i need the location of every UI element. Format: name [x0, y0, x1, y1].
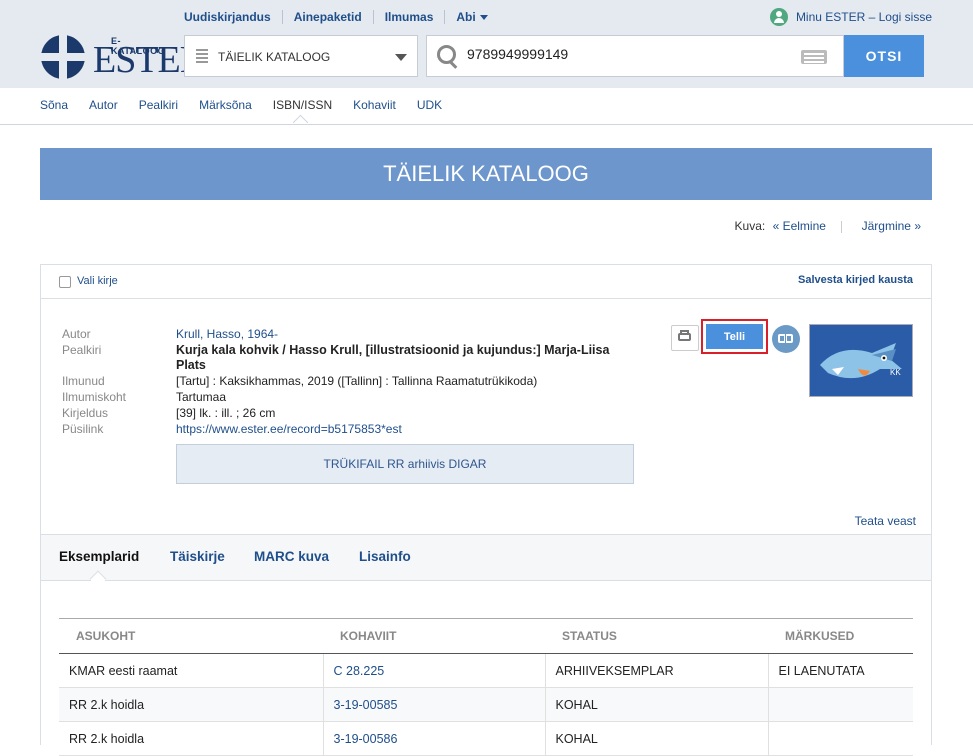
- cell-status: KOHAL: [545, 687, 769, 722]
- cell-status: ARHIIVEKSEMPLAR: [545, 653, 769, 688]
- next-record-link[interactable]: Järgmine »: [862, 219, 921, 233]
- user-login-label: Minu ESTER – Logi sisse: [795, 10, 932, 24]
- table-row: RR 2.k hoidla 3-19-00585 KOHAL: [59, 687, 913, 722]
- cell-location: RR 2.k hoidla: [59, 687, 324, 722]
- subnav-pealkiri[interactable]: Pealkiri: [139, 98, 178, 112]
- search-input[interactable]: [465, 45, 769, 63]
- digar-file-button[interactable]: TRÜKIFAIL RR arhiivis DIGAR: [176, 444, 634, 484]
- record-panel: Vali kirje Salvesta kirjed kausta Autor …: [40, 264, 932, 756]
- page-title: TÄIELIK KATALOOG: [40, 148, 932, 200]
- author-link[interactable]: Krull, Hasso, 1964-: [176, 327, 278, 342]
- dropdown-arrow-icon: [395, 54, 407, 61]
- cell-location: KMAR eesti raamat: [59, 653, 324, 688]
- chevron-down-icon: [479, 15, 488, 21]
- record-pager: Kuva: « Eelmine Järgmine »: [735, 219, 921, 233]
- field-row: Püsilink https://www.ester.ee/record=b51…: [62, 422, 642, 437]
- user-login[interactable]: Minu ESTER – Logi sisse: [769, 8, 932, 26]
- pager-label: Kuva:: [734, 219, 766, 233]
- search-icon: [437, 45, 456, 64]
- order-button[interactable]: Telli: [706, 324, 763, 349]
- order-button-highlight: Telli: [701, 319, 768, 354]
- cell-call-number[interactable]: 3-19-00586: [323, 721, 546, 756]
- cell-call-number[interactable]: C 28.225: [323, 653, 546, 688]
- col-staatus: STAATUS: [545, 618, 768, 654]
- list-icon: [196, 49, 208, 65]
- cell-notes: [768, 687, 913, 722]
- ester-logo[interactable]: E-KATALOOG ESTER: [40, 34, 205, 80]
- divider: [0, 124, 973, 125]
- cell-status: KOHAL: [545, 721, 769, 756]
- field-row: Ilmunud [Tartu] : Kaksikhammas, 2019 ([T…: [62, 374, 642, 389]
- field-row: Pealkiri Kurja kala kohvik / Hasso Krull…: [62, 343, 642, 373]
- table-row: KMAR eesti raamat C 28.225 ARHIIVEKSEMPL…: [59, 653, 913, 688]
- topnav-abi[interactable]: Abi: [444, 10, 498, 24]
- description-value: [39] lk. : ill. ; 26 cm: [176, 406, 276, 420]
- cell-notes: EI LAENUTATA: [768, 653, 913, 688]
- prev-record-link[interactable]: « Eelmine: [773, 219, 826, 233]
- topnav-abi-label: Abi: [456, 10, 476, 24]
- top-nav: Uudiskirjandus Ainepaketid Ilmumas Abi: [184, 10, 499, 24]
- divider: [841, 220, 843, 233]
- table-header-row: ASUKOHT KOHAVIIT STAATUS MÄRKUSED: [59, 618, 913, 654]
- tab-lisainfo[interactable]: Lisainfo: [359, 549, 411, 564]
- fish-illustration: KK: [810, 325, 912, 396]
- col-markused: MÄRKUSED: [768, 618, 913, 654]
- svg-text:KK: KK: [890, 368, 901, 377]
- published-value: [Tartu] : Kaksikhammas, 2019 ([Tallinn] …: [176, 374, 538, 388]
- title-value: Kurja kala kohvik / Hasso Krull, [illust…: [176, 343, 610, 372]
- topnav-ilmumas[interactable]: Ilmumas: [372, 10, 445, 24]
- user-icon: [769, 8, 788, 26]
- field-label: Autor: [62, 327, 91, 341]
- field-label: Ilmumiskoht: [62, 390, 127, 404]
- cell-location: RR 2.k hoidla: [59, 721, 324, 756]
- book-icon[interactable]: [772, 325, 800, 353]
- subnav-kohaviit[interactable]: Kohaviit: [353, 98, 396, 112]
- subnav-sona[interactable]: Sõna: [40, 98, 68, 112]
- subnav-isbn-issn[interactable]: ISBN/ISSN: [273, 98, 332, 112]
- tab-eksemplarid[interactable]: Eksemplarid: [59, 549, 139, 564]
- save-to-folder-link[interactable]: Salvesta kirjed kausta: [798, 274, 913, 286]
- field-row: Kirjeldus [39] lk. : ill. ; 26 cm: [62, 406, 642, 421]
- search-type-nav: Sõna Autor Pealkiri Märksõna ISBN/ISSN K…: [40, 98, 463, 112]
- permalink[interactable]: https://www.ester.ee/record=b5175853*est: [176, 422, 402, 437]
- field-row: Autor Krull, Hasso, 1964-: [62, 327, 642, 342]
- report-error-link[interactable]: Teata veast: [855, 514, 916, 528]
- record-header: Vali kirje Salvesta kirjed kausta: [41, 265, 931, 299]
- record-tabs: Eksemplarid Täiskirje MARC kuva Lisainfo: [41, 534, 931, 581]
- catalog-select-value: TÄIELIK KATALOOG: [218, 50, 331, 64]
- field-label: Pealkiri: [62, 343, 102, 357]
- field-row: Ilmumiskoht Tartumaa: [62, 390, 642, 405]
- top-header: E-KATALOOG ESTER Uudiskirjandus Ainepake…: [0, 0, 973, 88]
- topnav-ainepaketid[interactable]: Ainepaketid: [281, 10, 373, 24]
- search-box: [426, 35, 844, 77]
- logo-cross-icon: [41, 35, 85, 79]
- tab-taiskirje[interactable]: Täiskirje: [170, 549, 225, 564]
- cell-notes: [768, 721, 913, 756]
- select-record-checkbox[interactable]: [59, 276, 71, 288]
- holdings-table: ASUKOHT KOHAVIIT STAATUS MÄRKUSED KMAR e…: [59, 618, 913, 756]
- col-kohaviit: KOHAVIIT: [323, 618, 545, 654]
- col-asukoht: ASUKOHT: [59, 618, 323, 654]
- topnav-uudiskirjandus[interactable]: Uudiskirjandus: [184, 10, 282, 24]
- subnav-autor[interactable]: Autor: [89, 98, 118, 112]
- subnav-udk[interactable]: UDK: [417, 98, 442, 112]
- field-label: Kirjeldus: [62, 406, 109, 420]
- table-row: RR 2.k hoidla 3-19-00586 KOHAL: [59, 721, 913, 756]
- field-label: Püsilink: [62, 422, 104, 436]
- catalog-select[interactable]: TÄIELIK KATALOOG: [184, 35, 418, 77]
- record-fields: Autor Krull, Hasso, 1964- Pealkiri Kurja…: [62, 327, 642, 438]
- subnav-marksona[interactable]: Märksõna: [199, 98, 252, 112]
- tab-marc-kuva[interactable]: MARC kuva: [254, 549, 329, 564]
- cell-call-number[interactable]: 3-19-00585: [323, 687, 546, 722]
- select-record-label[interactable]: Vali kirje: [77, 275, 118, 287]
- keyboard-icon[interactable]: [801, 50, 827, 64]
- search-button[interactable]: OTSI: [844, 35, 924, 77]
- print-icon[interactable]: [671, 325, 699, 351]
- book-cover-image[interactable]: KK: [809, 324, 913, 397]
- field-label: Ilmunud: [62, 374, 105, 388]
- place-value: Tartumaa: [176, 390, 227, 404]
